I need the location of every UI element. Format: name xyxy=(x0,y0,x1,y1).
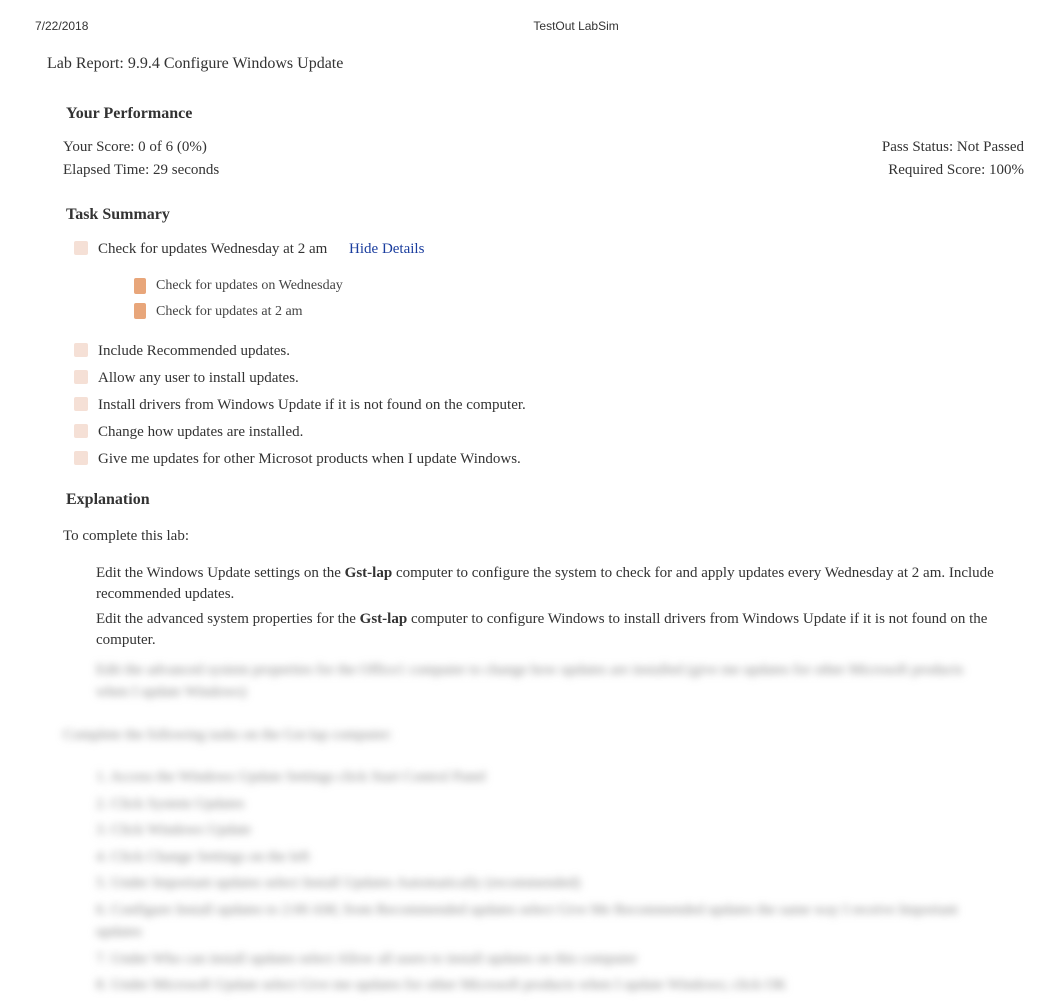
header-product: TestOut LabSim xyxy=(533,18,618,35)
task-item-1: Check for updates Wednesday at 2 am Hide… xyxy=(38,236,1024,263)
task-text: Change how updates are installed. xyxy=(98,422,1024,443)
explanation-bullets: Edit the Windows Update settings on the … xyxy=(38,561,1024,653)
performance-time-row: Elapsed Time: 29 seconds Required Score:… xyxy=(38,159,1024,182)
hide-details-link[interactable]: Hide Details xyxy=(349,241,424,257)
header-date: 7/22/2018 xyxy=(35,18,88,35)
blurred-step: 7. Under Who can install updates select … xyxy=(96,946,999,973)
blurred-step: 4. Click Change Settings on the left xyxy=(96,844,999,871)
task-summary-section: Task Summary Check for updates Wednesday… xyxy=(38,198,1024,474)
blurred-step: 8. Under Microsoft Update select Give me… xyxy=(96,972,999,999)
page-header: 7/22/2018 TestOut LabSim xyxy=(0,0,1062,43)
explanation-intro: To complete this lab: xyxy=(38,522,1024,561)
blurred-step: 6. Configure Install updates to 2:00 AM;… xyxy=(96,897,999,946)
fail-marker-icon xyxy=(74,343,88,357)
explanation-heading: Explanation xyxy=(38,483,1024,521)
performance-score-row: Your Score: 0 of 6 (0%) Pass Status: Not… xyxy=(38,136,1024,159)
elapsed-time: Elapsed Time: 29 seconds xyxy=(63,160,219,181)
fail-marker-icon xyxy=(74,424,88,438)
fail-marker-icon xyxy=(74,451,88,465)
task-details-box: Check for updates on Wednesday Check for… xyxy=(128,267,1024,330)
computer-name: Gst-lap xyxy=(360,611,408,627)
score-label: Your Score: 0 of 6 (0%) xyxy=(63,137,207,158)
task-text: Install drivers from Windows Update if i… xyxy=(98,395,1024,416)
blurred-step: 3. Click Windows Update xyxy=(96,817,999,844)
lab-title: Lab Report: 9.9.4 Configure Windows Upda… xyxy=(0,43,1062,85)
blurred-step: 2. Click System Updates xyxy=(96,791,999,818)
blurred-content: Edit the advanced system properties for … xyxy=(38,657,1024,999)
blurred-intro: Complete the following tasks on the Gst-… xyxy=(63,706,999,765)
task-text: Check for updates Wednesday at 2 am Hide… xyxy=(98,239,1024,260)
required-score: Required Score: 100% xyxy=(888,160,1024,181)
fail-marker-icon xyxy=(74,370,88,384)
blurred-step: 5. Under Important updates select Instal… xyxy=(96,870,999,897)
bullet-prefix: Edit the Windows Update settings on the xyxy=(96,565,345,581)
fail-marker-icon xyxy=(74,241,88,255)
task-item-2: Include Recommended updates. xyxy=(38,338,1024,365)
task-1-label: Check for updates Wednesday at 2 am xyxy=(98,241,327,257)
bullet-item: Edit the Windows Update settings on the … xyxy=(96,561,1024,607)
task-text: Give me updates for other Microsot produ… xyxy=(98,449,1024,470)
task-summary-heading: Task Summary xyxy=(38,198,1024,236)
task-item-5: Change how updates are installed. xyxy=(38,419,1024,446)
bullet-prefix: Edit the advanced system properties for … xyxy=(96,611,360,627)
performance-section: Your Performance Your Score: 0 of 6 (0%)… xyxy=(38,97,1024,197)
blurred-bullet: Edit the advanced system properties for … xyxy=(96,657,999,706)
fail-marker-icon xyxy=(74,397,88,411)
task-item-6: Give me updates for other Microsot produ… xyxy=(38,446,1024,473)
pass-status: Pass Status: Not Passed xyxy=(882,137,1024,158)
explanation-section: Explanation To complete this lab: Edit t… xyxy=(38,473,1024,998)
task-text: Include Recommended updates. xyxy=(98,341,1024,362)
task-text: Allow any user to install updates. xyxy=(98,368,1024,389)
fail-marker-icon xyxy=(134,278,146,294)
task-item-4: Install drivers from Windows Update if i… xyxy=(38,392,1024,419)
detail-text: Check for updates on Wednesday xyxy=(156,276,343,296)
bullet-item: Edit the advanced system properties for … xyxy=(96,607,1024,653)
detail-text: Check for updates at 2 am xyxy=(156,302,303,322)
detail-item: Check for updates at 2 am xyxy=(128,299,1024,325)
main-panel: Your Performance Your Score: 0 of 6 (0%)… xyxy=(38,85,1024,998)
detail-item: Check for updates on Wednesday xyxy=(128,273,1024,299)
blurred-step: 1. Access the Windows Update Settings cl… xyxy=(96,764,999,791)
performance-heading: Your Performance xyxy=(38,97,1024,135)
fail-marker-icon xyxy=(134,303,146,319)
computer-name: Gst-lap xyxy=(345,565,393,581)
task-item-3: Allow any user to install updates. xyxy=(38,365,1024,392)
